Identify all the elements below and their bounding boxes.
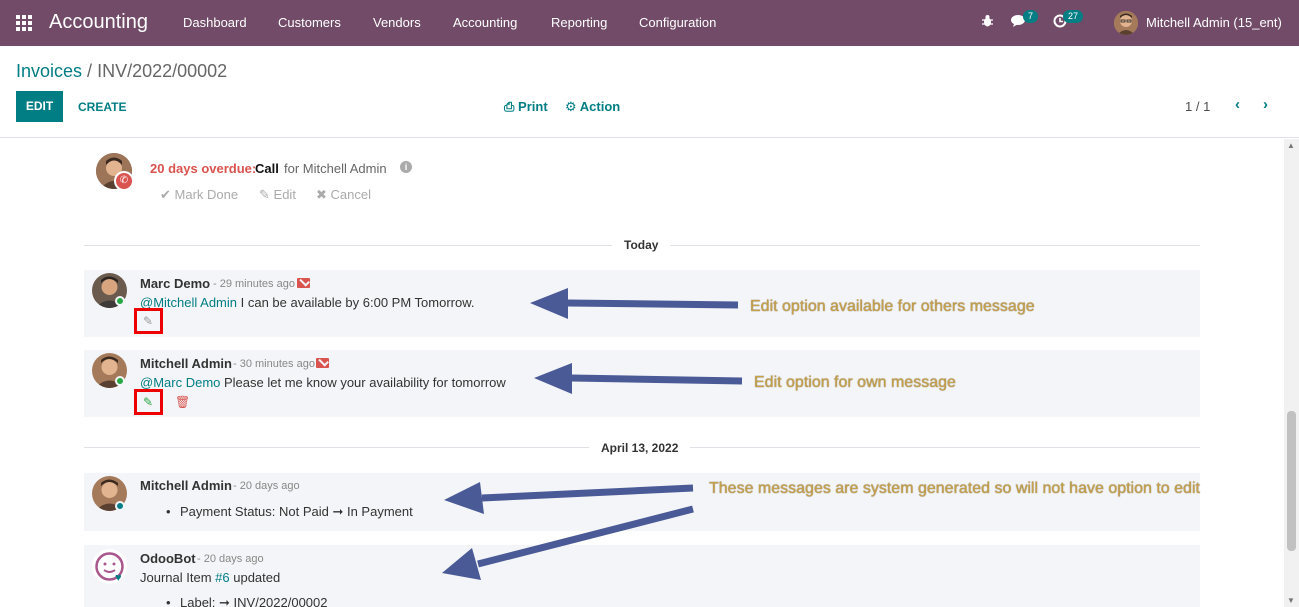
messages-count-badge: 7 [1023, 10, 1039, 23]
app-brand[interactable]: Accounting [49, 11, 148, 34]
control-panel: Invoices / INV/2022/00002 EDIT CREATE ⎙ … [0, 46, 1299, 138]
pager-previous-icon[interactable]: ‹ [1235, 96, 1240, 113]
edit-button[interactable]: EDIT [16, 91, 63, 122]
arrow-system-2 [477, 505, 694, 568]
menu-vendors[interactable]: Vendors [373, 15, 421, 30]
scroll-up-icon[interactable]: ▲ [1287, 141, 1295, 150]
breadcrumb-current: INV/2022/00002 [97, 61, 228, 81]
menu-customers[interactable]: Customers [278, 15, 341, 30]
annotation-arrows [442, 288, 743, 580]
annotation-own: Edit option for own message [754, 374, 956, 391]
create-button[interactable]: CREATE [78, 100, 126, 114]
user-menu[interactable]: Mitchell Admin (15_ent) [1146, 15, 1282, 30]
activities-count-badge: 27 [1063, 10, 1084, 23]
arrowhead-own [534, 363, 572, 394]
action-label: Action [579, 99, 621, 114]
arrowhead-system-2 [442, 548, 481, 580]
debug-bug-icon[interactable] [981, 14, 994, 31]
breadcrumb-invoices-link[interactable]: Invoices [16, 61, 82, 81]
arrowhead-others [530, 288, 568, 319]
breadcrumb: Invoices / INV/2022/00002 [16, 61, 227, 82]
menu-reporting[interactable]: Reporting [551, 15, 607, 30]
menu-dashboard[interactable]: Dashboard [183, 15, 247, 30]
menu-accounting[interactable]: Accounting [453, 15, 517, 30]
breadcrumb-separator: / [82, 61, 98, 81]
pager-next-icon[interactable]: › [1263, 96, 1268, 113]
gear-icon: ⚙ [565, 99, 577, 114]
action-button[interactable]: ⚙ Action [565, 99, 620, 115]
arrowhead-system-1 [444, 482, 484, 514]
chatter-scrollbar[interactable]: ▲ ▼ [1284, 139, 1299, 607]
arrow-own [571, 374, 743, 385]
chatter-thread: ✆ 20 days overdue: Call for Mitchell Adm… [0, 139, 1283, 607]
annotation-system: These messages are system generated so w… [709, 480, 1200, 497]
print-icon: ⎙ [504, 99, 515, 114]
scroll-thumb[interactable] [1287, 411, 1296, 551]
print-label: Print [518, 99, 548, 114]
annotation-others: Edit option available for others message [750, 298, 1035, 315]
pager-value[interactable]: 1 / 1 [1185, 99, 1210, 114]
user-avatar[interactable] [1114, 11, 1138, 35]
arrow-others [567, 299, 739, 309]
top-navbar: Accounting Dashboard Customers Vendors A… [0, 0, 1299, 46]
menu-configuration[interactable]: Configuration [639, 15, 716, 30]
apps-menu-icon[interactable] [16, 15, 32, 31]
arrow-system-1 [481, 484, 694, 502]
print-button[interactable]: ⎙ Print [504, 99, 548, 115]
scroll-down-icon[interactable]: ▼ [1287, 596, 1295, 605]
